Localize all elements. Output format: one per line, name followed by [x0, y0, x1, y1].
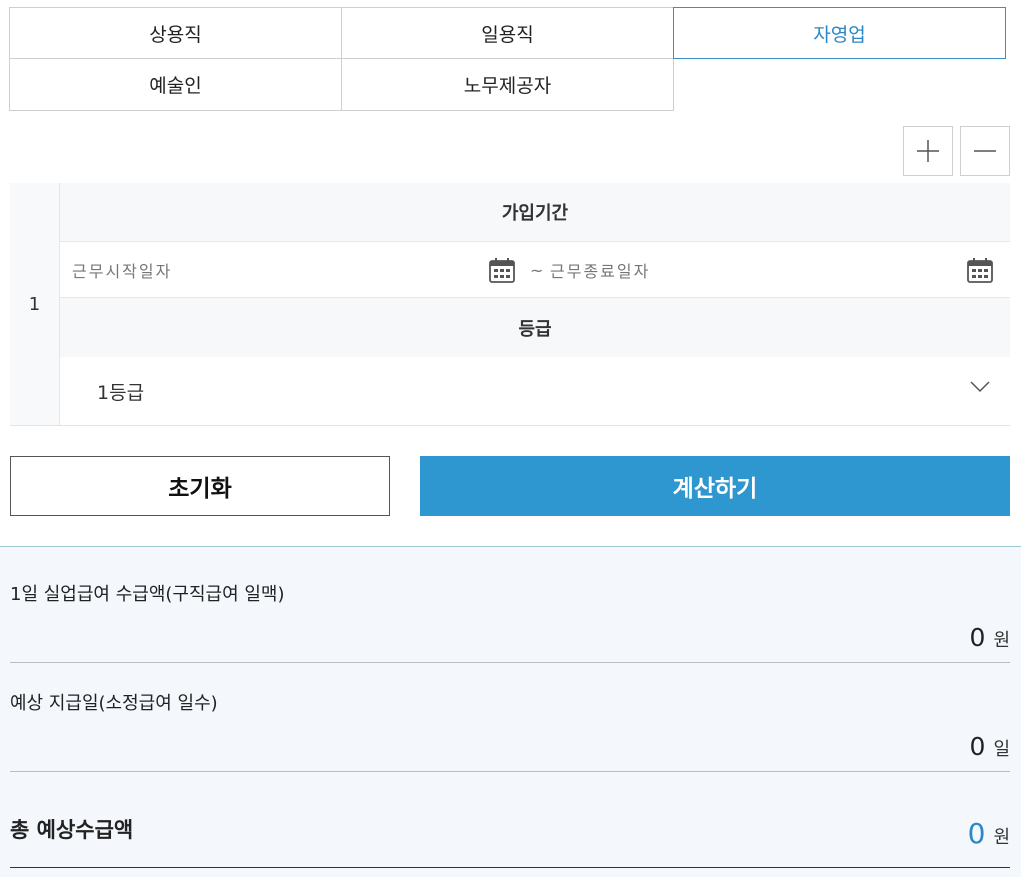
tab-self-employed[interactable]: 자영업 — [673, 7, 1006, 59]
daily-benefit-unit: 원 — [993, 630, 1010, 651]
total-benefit-value: 0 원 — [968, 817, 1010, 850]
payment-days-amount: 0 — [969, 732, 986, 761]
tab-daily-worker[interactable]: 일용직 — [341, 7, 674, 59]
insurance-period-table: 1 가입기간 근무시작일자 ~ 근무종료일자 등급 1등급 — [10, 183, 1010, 426]
grade-select[interactable]: 1등급 — [60, 357, 1010, 425]
divider — [10, 771, 1010, 772]
calendar-icon[interactable] — [488, 256, 516, 284]
payment-days-value: 0 일 — [970, 732, 1010, 761]
end-date-input[interactable]: 근무종료일자 — [550, 242, 950, 298]
payment-days-label: 예상 지급일(소정급여 일수) — [10, 693, 218, 714]
daily-benefit-label: 1일 실업급여 수급액(구직급여 일맥) — [10, 584, 285, 605]
calculate-button[interactable]: 계산하기 — [420, 456, 1010, 516]
total-benefit-amount: 0 — [967, 817, 986, 850]
employment-type-tabs: 상용직 일용직 자영업 예술인 노무제공자 — [9, 7, 1006, 111]
results-panel: 1일 실업급여 수급액(구직급여 일맥) 0 원 예상 지급일(소정급여 일수)… — [0, 546, 1021, 877]
payment-days-unit: 일 — [993, 739, 1010, 760]
plus-icon — [917, 140, 939, 162]
daily-benefit-value: 0 원 — [970, 623, 1010, 652]
calendar-icon[interactable] — [966, 256, 994, 284]
add-row-button[interactable] — [903, 126, 953, 176]
date-range-row: 근무시작일자 ~ 근무종료일자 — [60, 241, 1010, 298]
period-header: 가입기간 — [60, 183, 1010, 241]
date-separator: ~ — [530, 260, 544, 280]
reset-button[interactable]: 초기화 — [10, 456, 390, 516]
grade-header: 등급 — [60, 298, 1010, 357]
tab-artist[interactable]: 예술인 — [9, 58, 342, 111]
total-benefit-unit: 원 — [993, 827, 1010, 848]
grade-select-value: 1등급 — [97, 381, 145, 404]
minus-icon — [974, 150, 996, 152]
chevron-down-icon — [970, 381, 990, 393]
daily-benefit-amount: 0 — [969, 623, 986, 652]
remove-row-button[interactable] — [960, 126, 1010, 176]
tab-labor-provider[interactable]: 노무제공자 — [341, 58, 674, 111]
tab-regular-worker[interactable]: 상용직 — [9, 7, 342, 59]
row-number: 1 — [10, 183, 60, 425]
start-date-input[interactable]: 근무시작일자 — [72, 242, 492, 298]
total-benefit-label: 총 예상수급액 — [10, 818, 134, 842]
divider — [10, 867, 1010, 868]
divider — [10, 662, 1010, 663]
